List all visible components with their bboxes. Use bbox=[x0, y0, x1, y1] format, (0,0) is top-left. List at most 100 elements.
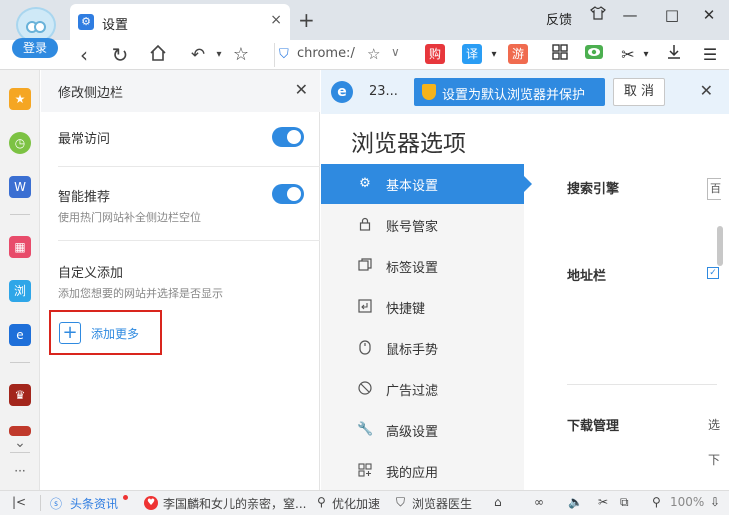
smart-recommend-description: 使用热门网站补全侧边栏空位 bbox=[58, 211, 201, 224]
tab-close-icon[interactable]: × bbox=[270, 12, 282, 28]
edge-icon[interactable]: e bbox=[9, 324, 31, 346]
search-engine-select[interactable]: 百 bbox=[707, 178, 721, 200]
eye-icon[interactable] bbox=[582, 43, 606, 67]
smart-recommend-label: 智能推荐 bbox=[58, 190, 111, 205]
page-title: 浏览器选项 bbox=[351, 131, 466, 157]
scissors-dropdown-icon[interactable]: ▾ bbox=[634, 43, 658, 67]
menu-item-advanced-settings[interactable]: 🔧 高级设置 bbox=[321, 410, 524, 450]
translate-dropdown-icon[interactable]: ▾ bbox=[482, 43, 506, 67]
strip-divider bbox=[10, 362, 30, 363]
rocket-icon: ⚲ bbox=[317, 495, 326, 509]
shield-icon bbox=[422, 84, 436, 100]
menu-item-label: 账号管家 bbox=[386, 220, 439, 235]
sidebar-editor-panel: 修改侧边栏 ✕ 最常访问 智能推荐 使用热门网站补全侧边栏空位 自定义添加 添加… bbox=[41, 70, 320, 490]
feedback-button[interactable]: 反馈 bbox=[546, 9, 572, 28]
menu-item-shortcuts[interactable]: 快捷键 bbox=[321, 287, 524, 327]
apps-icon bbox=[357, 463, 373, 479]
search-engine-label: 搜索引擎 bbox=[567, 182, 620, 197]
address-bar-checkbox[interactable]: ✓ bbox=[707, 267, 719, 279]
infobar-count: 23... bbox=[369, 84, 398, 99]
gear-icon: ⚙ bbox=[78, 14, 94, 30]
title-bar: 登录 ⚙ 设置 × + 反馈 — □ ✕ bbox=[0, 0, 729, 58]
news-button[interactable]: 头条资讯 bbox=[70, 495, 118, 512]
add-more-button[interactable]: + 添加更多 bbox=[49, 310, 162, 355]
game-icon[interactable]: ♛ bbox=[9, 384, 31, 406]
address-bar: ‹ ↻ ↶ ▾ ☆ ⛉ chrome:/ ☆ ∨ 购 译 ▾ 游 ✂ ▾ ☰ bbox=[0, 40, 729, 70]
custom-add-label: 自定义添加 bbox=[58, 266, 124, 281]
shopping-icon[interactable]: 购 bbox=[425, 44, 445, 64]
window-icon[interactable]: ⧉ bbox=[620, 495, 629, 510]
close-icon[interactable]: ✕ bbox=[700, 81, 713, 100]
grid-icon[interactable] bbox=[548, 43, 572, 67]
game-controller-icon[interactable]: 游 bbox=[508, 44, 528, 64]
download-manager-label: 下载管理 bbox=[567, 419, 620, 434]
browser-icon[interactable]: 浏 bbox=[9, 280, 31, 302]
minimize-button[interactable]: — bbox=[618, 6, 642, 24]
optimize-button[interactable]: 优化加速 bbox=[332, 495, 380, 512]
clock-icon[interactable]: ◷ bbox=[9, 132, 31, 154]
zoom-icon: ⚲ bbox=[652, 495, 661, 509]
frequent-visits-toggle[interactable] bbox=[272, 127, 304, 147]
scissors-icon[interactable]: ✂ bbox=[598, 495, 608, 509]
chevron-down-icon[interactable]: ⌄ bbox=[9, 432, 31, 454]
zoom-level[interactable]: 100% bbox=[670, 495, 704, 509]
shield-icon: ⛉ bbox=[279, 47, 289, 62]
refresh-icon[interactable]: ↻ bbox=[106, 43, 134, 67]
smart-recommend-toggle[interactable] bbox=[272, 184, 304, 204]
menu-item-mouse-gestures[interactable]: 鼠标手势 bbox=[321, 328, 524, 368]
sidebar-strip: ★ ◷ W ▦ 浏 e ♛ ⌄ ··· bbox=[0, 70, 40, 490]
ie-icon: e bbox=[331, 81, 353, 103]
divider bbox=[58, 240, 320, 241]
settings-menu: ⚙ 基本设置 账号管家 标签设置 快捷键 鼠标手势 广告过滤 🔧 高级设置 我的… bbox=[321, 164, 532, 491]
url-text: chrome:/ bbox=[297, 46, 355, 61]
bookmark-star-icon[interactable]: ☆ bbox=[227, 43, 255, 67]
tab-title: 设置 bbox=[102, 18, 129, 33]
menu-item-label: 我的应用 bbox=[386, 466, 439, 481]
notification-dot bbox=[123, 495, 128, 500]
tab-settings[interactable]: ⚙ 设置 × bbox=[70, 4, 290, 40]
divider bbox=[567, 384, 717, 385]
shirt-icon[interactable] bbox=[586, 6, 610, 24]
news-headline[interactable]: 李国麟和女儿的亲密，窒... bbox=[163, 495, 306, 512]
menu-icon[interactable]: ☰ bbox=[698, 43, 722, 67]
maximize-button[interactable]: □ bbox=[660, 6, 684, 24]
menu-item-label: 快捷键 bbox=[386, 302, 426, 317]
back-icon[interactable]: ‹ bbox=[70, 43, 98, 67]
url-input[interactable]: ⛉ chrome:/ ☆ ∨ bbox=[274, 43, 412, 67]
status-bar: |< ⓢ 头条资讯 ♥ 李国麟和女儿的亲密，窒... ⚲ 优化加速 ⛉ 浏览器医… bbox=[0, 490, 729, 515]
download-icon[interactable] bbox=[662, 43, 686, 67]
translate-icon[interactable]: 译 bbox=[462, 44, 482, 64]
menu-item-basic-settings[interactable]: ⚙ 基本设置 bbox=[321, 164, 532, 204]
close-icon[interactable]: ✕ bbox=[295, 80, 308, 99]
scrollbar[interactable] bbox=[717, 226, 723, 266]
menu-item-my-apps[interactable]: 我的应用 bbox=[321, 451, 524, 491]
cancel-button[interactable]: 取 消 bbox=[613, 78, 665, 106]
plus-icon: + bbox=[59, 322, 81, 344]
add-more-label: 添加更多 bbox=[91, 327, 140, 341]
login-button[interactable]: 登录 bbox=[12, 38, 58, 58]
menu-item-label: 广告过滤 bbox=[386, 384, 439, 399]
network-icon[interactable]: ⌂ bbox=[494, 495, 502, 509]
star-icon[interactable]: ★ bbox=[9, 88, 31, 110]
close-window-button[interactable]: ✕ bbox=[697, 6, 721, 24]
frequent-visits-label: 最常访问 bbox=[58, 132, 111, 147]
menu-item-ad-filter[interactable]: 广告过滤 bbox=[321, 369, 524, 409]
download-status-icon[interactable]: ⇩ bbox=[710, 495, 720, 509]
home-icon[interactable] bbox=[144, 43, 172, 67]
menu-item-account-manager[interactable]: 账号管家 bbox=[321, 205, 524, 245]
app-store-icon[interactable]: ▦ bbox=[9, 236, 31, 258]
menu-item-tab-settings[interactable]: 标签设置 bbox=[321, 246, 524, 286]
new-tab-button[interactable]: + bbox=[298, 8, 315, 32]
browser-doctor-button[interactable]: 浏览器医生 bbox=[412, 495, 472, 512]
chevron-down-icon[interactable]: ∨ bbox=[391, 45, 400, 59]
more-icon[interactable]: ··· bbox=[9, 460, 31, 482]
set-default-browser-button[interactable]: 设置为默认浏览器并保护 bbox=[414, 78, 605, 106]
favorite-star-icon[interactable]: ☆ bbox=[367, 45, 380, 63]
speaker-icon[interactable]: 🔈 bbox=[568, 495, 583, 509]
panel-header: 修改侧边栏 ✕ bbox=[41, 70, 320, 112]
glasses-icon[interactable]: ∞ bbox=[534, 495, 544, 509]
news-icon: ⓢ bbox=[50, 497, 63, 511]
collapse-sidebar-icon[interactable]: |< bbox=[12, 495, 26, 509]
word-doc-icon[interactable]: W bbox=[9, 176, 31, 198]
shortcut-icon bbox=[357, 299, 373, 315]
